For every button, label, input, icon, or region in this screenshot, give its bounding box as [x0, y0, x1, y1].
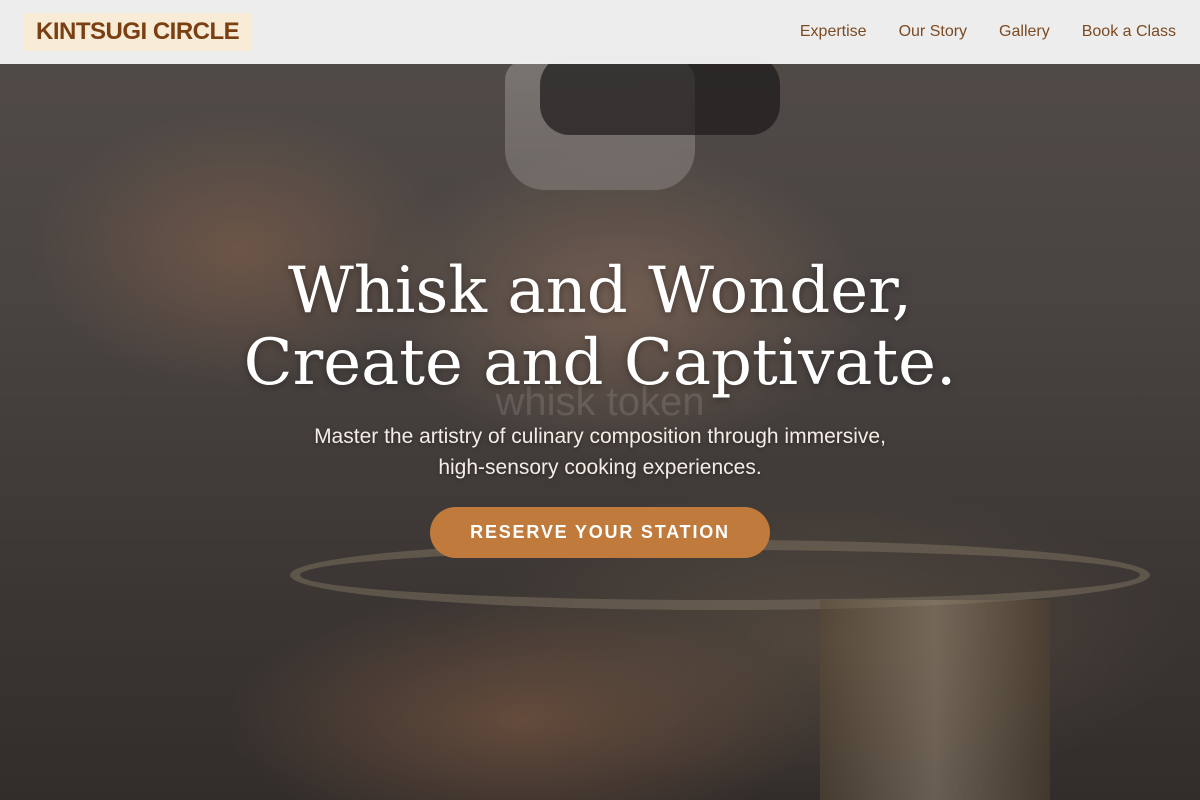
reserve-station-button[interactable]: RESERVE YOUR STATION	[430, 507, 770, 558]
nav-link-expertise[interactable]: Expertise	[800, 23, 867, 41]
top-navbar: KINTSUGI CIRCLE Expertise Our Story Gall…	[0, 0, 1200, 64]
hero-subtext-line1: Master the artistry of culinary composit…	[314, 425, 886, 448]
hero-headline: Whisk and Wonder, Create and Captivate.	[0, 255, 1200, 399]
hero-subtext-line2: high-sensory cooking experiences.	[438, 456, 762, 479]
hero-subtext: Master the artistry of culinary composit…	[250, 421, 950, 483]
hero-section: Whisk and Wonder, Create and Captivate. …	[0, 255, 1200, 558]
brand-logo[interactable]: KINTSUGI CIRCLE	[24, 13, 252, 51]
nav-link-book-a-class[interactable]: Book a Class	[1082, 23, 1176, 41]
hero-headline-line2: Create and Captivate.	[243, 326, 957, 400]
nav-link-our-story[interactable]: Our Story	[899, 23, 967, 41]
hero-headline-line1: Whisk and Wonder,	[287, 254, 913, 328]
main-nav: Expertise Our Story Gallery Book a Class	[800, 23, 1176, 41]
landing-page: KINTSUGI CIRCLE Expertise Our Story Gall…	[0, 0, 1200, 800]
nav-link-gallery[interactable]: Gallery	[999, 23, 1050, 41]
